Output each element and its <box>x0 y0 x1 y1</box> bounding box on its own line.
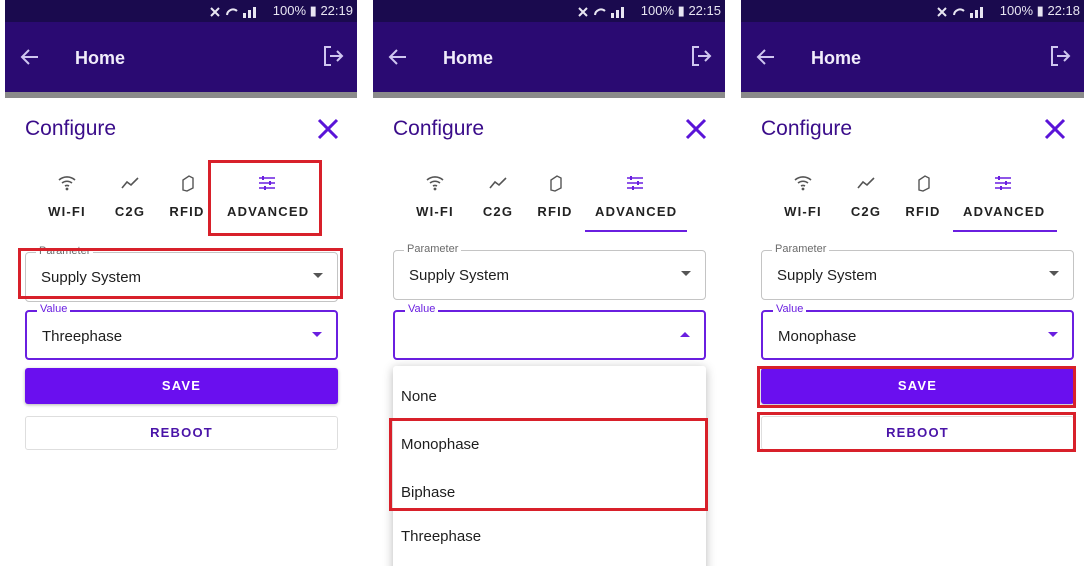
dialog-backdrop <box>741 92 1084 98</box>
reboot-button[interactable]: REBOOT <box>25 416 338 450</box>
dialog-title: Configure <box>25 117 117 140</box>
parameter-select[interactable]: Parameter Supply System <box>393 243 706 300</box>
tab-advanced[interactable]: ADVANCED <box>595 172 678 219</box>
back-arrow-icon[interactable] <box>755 46 777 68</box>
chevron-up-icon <box>680 332 690 337</box>
status-bar: 100% ▮ 22:18 <box>741 0 1084 22</box>
battery-icon: ▮ <box>1036 3 1044 18</box>
app-title: Home <box>75 48 126 68</box>
field-value: Monophase <box>778 328 857 345</box>
dialog-title: Configure <box>761 117 853 140</box>
tune-icon <box>963 172 1043 194</box>
app-bar: Home <box>373 22 725 92</box>
logout-icon[interactable] <box>689 44 713 68</box>
chevron-down-icon <box>1048 332 1058 337</box>
phone-screen-3: 100% ▮ 22:18 Home Configure WI-FI C2G RF… <box>741 0 1084 566</box>
chevron-down-icon <box>681 271 691 276</box>
field-value: Threephase <box>42 328 123 345</box>
nfc-icon <box>515 172 595 194</box>
field-label: Parameter <box>772 243 830 255</box>
battery-icon: ▮ <box>677 3 685 18</box>
dialog-title: Configure <box>393 117 485 140</box>
logout-icon[interactable] <box>321 44 345 68</box>
nfc-icon <box>883 172 963 194</box>
tab-label: RFID <box>905 204 941 219</box>
field-label: Parameter <box>404 243 462 255</box>
logout-icon[interactable] <box>1048 44 1072 68</box>
chevron-down-icon <box>312 332 322 337</box>
clock: 22:19 <box>320 3 353 18</box>
status-bar: 100% ▮ 22:15 <box>373 0 725 22</box>
highlight-box-reboot <box>757 412 1076 452</box>
clock: 22:15 <box>688 3 721 18</box>
close-icon[interactable] <box>683 116 709 142</box>
tab-label: ADVANCED <box>595 204 678 219</box>
value-select[interactable]: Value Monophase <box>761 303 1074 360</box>
phone-screen-2: 100% ▮ 22:15 Home Configure WI-FI C2G RF… <box>373 0 725 566</box>
tab-rfid[interactable]: RFID <box>883 172 963 219</box>
dropdown-option-threephase[interactable]: Threephase <box>401 528 481 545</box>
battery-percent: 100% <box>999 3 1034 18</box>
app-bar: Home <box>741 22 1084 92</box>
value-select[interactable]: Value <box>393 303 706 360</box>
value-select[interactable]: Value Threephase <box>25 303 338 360</box>
chevron-down-icon <box>1049 271 1059 276</box>
battery-icon: ▮ <box>309 3 317 18</box>
app-title: Home <box>443 48 494 68</box>
signal-icons <box>934 5 996 19</box>
back-arrow-icon[interactable] <box>19 46 41 68</box>
field-label: Value <box>773 303 807 315</box>
field-label: Value <box>37 303 71 315</box>
dialog-backdrop <box>373 92 725 98</box>
app-bar: Home <box>5 22 357 92</box>
dialog-backdrop <box>5 92 357 98</box>
back-arrow-icon[interactable] <box>387 46 409 68</box>
tab-rfid[interactable]: RFID <box>515 172 595 219</box>
phone-screen-1: 100% ▮ 22:19 Home Configure WI-FI C2G RF… <box>5 0 357 566</box>
highlight-box-options <box>389 418 708 511</box>
battery-percent: 100% <box>640 3 675 18</box>
field-label: Value <box>405 303 439 315</box>
parameter-select[interactable]: Parameter Supply System <box>761 243 1074 300</box>
highlight-box-save <box>757 366 1076 408</box>
app-title: Home <box>811 48 862 68</box>
battery-percent: 100% <box>272 3 307 18</box>
tab-indicator <box>953 230 1057 232</box>
save-button[interactable]: SAVE <box>25 368 338 404</box>
tab-indicator <box>585 230 687 232</box>
field-value: Supply System <box>777 267 878 284</box>
field-value: Supply System <box>409 267 510 284</box>
dropdown-option-none[interactable]: None <box>401 388 437 405</box>
status-bar: 100% ▮ 22:19 <box>5 0 357 22</box>
tune-icon <box>595 172 675 194</box>
tab-label: ADVANCED <box>963 204 1046 219</box>
tab-label: RFID <box>537 204 573 219</box>
signal-icons <box>207 5 269 19</box>
highlight-box-advanced-tab <box>208 160 322 236</box>
highlight-box-parameter <box>18 248 343 299</box>
signal-icons <box>575 5 637 19</box>
clock: 22:18 <box>1047 3 1080 18</box>
tab-advanced[interactable]: ADVANCED <box>963 172 1046 219</box>
close-icon[interactable] <box>315 116 341 142</box>
close-icon[interactable] <box>1042 116 1068 142</box>
